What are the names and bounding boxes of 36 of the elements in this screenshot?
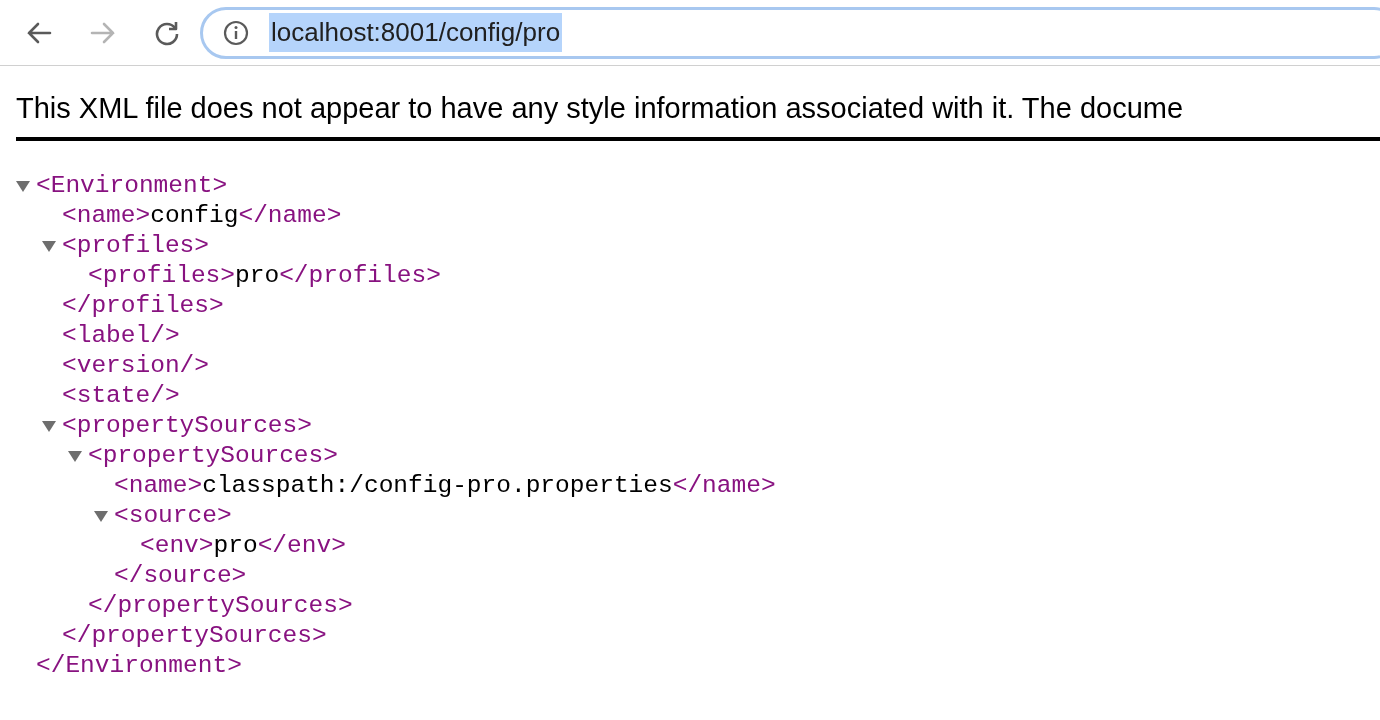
xml-tag: <Environment>: [36, 171, 228, 201]
reload-icon[interactable]: [154, 19, 180, 46]
xml-value: config: [150, 201, 239, 231]
back-arrow-icon[interactable]: [26, 20, 52, 45]
xml-tag: <propertySources>: [88, 441, 338, 471]
xml-tag: <propertySources>: [62, 411, 312, 441]
xml-tag: </propertySources>: [62, 621, 327, 651]
xml-tag: <profiles>: [88, 261, 236, 291]
collapse-triangle-icon[interactable]: [94, 510, 108, 522]
xml-tag: <version/>: [62, 351, 210, 381]
info-icon[interactable]: [223, 19, 249, 46]
xml-value: pro: [235, 261, 280, 291]
collapse-triangle-icon[interactable]: [42, 420, 56, 432]
xml-tag: </propertySources>: [88, 591, 353, 621]
xml-tag: </source>: [114, 561, 247, 591]
xml-tag: <source>: [114, 501, 232, 531]
xml-tag: <name>: [114, 471, 203, 501]
xml-tag: </profiles>: [279, 261, 441, 291]
collapse-triangle-icon[interactable]: [16, 180, 30, 192]
xml-tag: </env>: [257, 531, 346, 561]
address-bar[interactable]: localhost:8001/config/pro: [200, 6, 1380, 59]
xml-tag: </Environment>: [36, 651, 242, 681]
xml-style-notice: This XML file does not appear to have any style information associated with it. The docume: [16, 91, 1185, 126]
xml-value: classpath:/config-pro.properties: [202, 471, 673, 501]
xml-tag: <name>: [62, 201, 151, 231]
xml-value: pro: [213, 531, 258, 561]
collapse-triangle-icon[interactable]: [42, 240, 56, 252]
xml-tag: </name>: [238, 201, 342, 231]
xml-tag: <env>: [140, 531, 214, 561]
xml-tag: <label/>: [62, 321, 180, 351]
collapse-triangle-icon[interactable]: [68, 450, 82, 462]
xml-tag: </profiles>: [62, 291, 224, 321]
xml-tag: <profiles>: [62, 231, 210, 261]
xml-tag: <state/>: [62, 381, 180, 411]
xml-tag: </name>: [672, 471, 776, 501]
url-text[interactable]: localhost:8001/config/pro: [269, 13, 563, 52]
